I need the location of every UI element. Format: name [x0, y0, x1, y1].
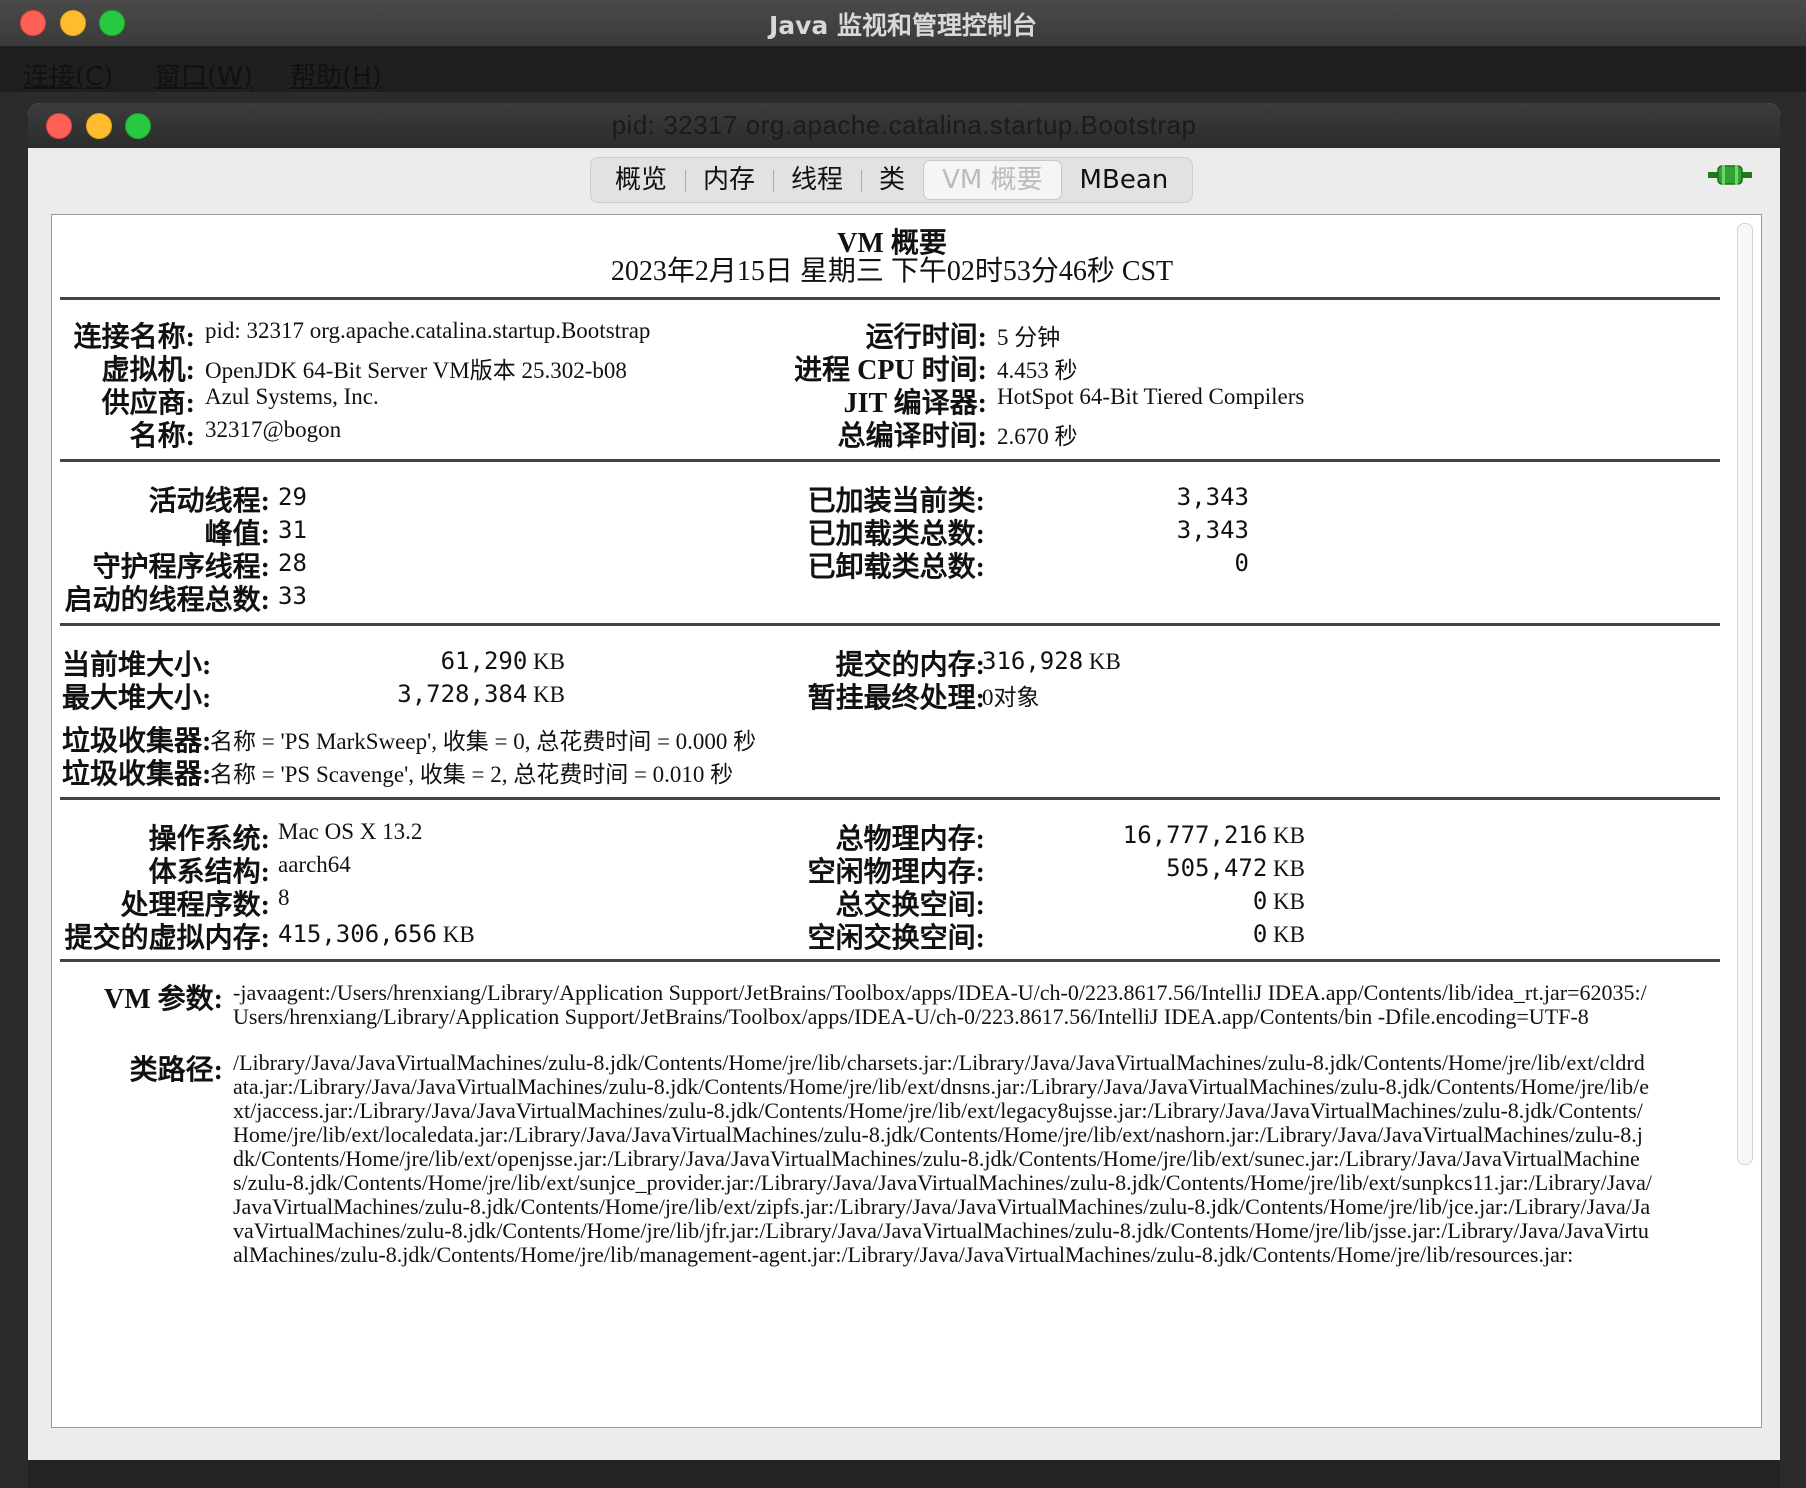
summary-date: 2023年2月15日 星期三 下午02时53分46秒 CST — [610, 256, 1174, 287]
vertical-scrollbar[interactable] — [1737, 223, 1753, 1165]
total-loaded-classes-value: 3,343 — [1176, 516, 1249, 544]
tab-classes[interactable]: 类 — [861, 158, 923, 202]
live-threads-value: 29 — [278, 483, 307, 511]
vendor-value: Azul Systems, Inc. — [205, 384, 379, 409]
gc-marksweep-value: 名称 = 'PS MarkSweep', 收集 = 0, 总花费时间 = 0.0… — [210, 729, 757, 754]
section-divider — [60, 797, 1720, 800]
arch-value: aarch64 — [278, 852, 351, 877]
menu-connect[interactable]: 连接(C) — [23, 56, 113, 93]
total-threads-label: 启动的线程总数: — [64, 585, 270, 616]
committed-virtual-memory-label: 提交的虚拟内存: — [64, 923, 270, 954]
vm-args-value: -javaagent:/Users/hrenxiang/Library/Appl… — [233, 980, 1647, 1029]
os-value: Mac OS X 13.2 — [278, 819, 423, 844]
app-titlebar: Java 监视和管理控制台 — [0, 0, 1806, 47]
peak-threads-value: 31 — [278, 516, 307, 544]
menu-window[interactable]: 窗口(W) — [155, 56, 253, 93]
vm-summary-panel: VM 概要 2023年2月15日 星期三 下午02时53分46秒 CST 连接名… — [51, 214, 1762, 1428]
section-divider — [60, 959, 1720, 962]
tab-overview[interactable]: 概览 — [597, 158, 685, 202]
vm-window-title: pid: 32317 org.apache.catalina.startup.B… — [611, 110, 1197, 140]
section-divider — [60, 623, 1720, 626]
window-bottom-edge — [28, 1460, 1780, 1488]
tab-mbean[interactable]: MBean — [1062, 158, 1187, 202]
free-swap-label: 空闲交换空间: — [807, 923, 985, 954]
committed-memory-value: 316,928 KB — [982, 647, 1121, 675]
total-swap-value: 0 KB — [1252, 887, 1305, 915]
free-physical-memory-value: 505,472 KB — [1166, 854, 1305, 882]
app-title: Java 监视和管理控制台 — [768, 11, 1038, 40]
menu-help[interactable]: 帮助(H) — [290, 56, 382, 93]
unloaded-classes-label: 已卸载类总数: — [807, 552, 985, 583]
loaded-classes-value: 3,343 — [1176, 483, 1249, 511]
free-swap-value: 0 KB — [1252, 920, 1305, 948]
tab-vm-summary[interactable]: VM 概要 — [923, 160, 1062, 200]
name-label: 名称: — [129, 421, 195, 452]
vm-window: pid: 32317 org.apache.catalina.startup.B… — [28, 103, 1780, 1488]
committed-virtual-memory-value: 415,306,656 KB — [278, 920, 475, 948]
connection-plug-icon[interactable] — [1708, 163, 1752, 187]
vm-window-titlebar: pid: 32317 org.apache.catalina.startup.B… — [28, 103, 1780, 148]
tab-threads[interactable]: 线程 — [773, 158, 861, 202]
unloaded-classes-value: 0 — [1234, 549, 1249, 577]
jit-compiler-value: HotSpot 64-Bit Tiered Compilers — [997, 384, 1305, 409]
connection-name-value: pid: 32317 org.apache.catalina.startup.B… — [205, 318, 651, 343]
compile-time-value: 2.670 秒 — [997, 424, 1078, 449]
menu-bar: 连接(C) 窗口(W) 帮助(H) — [0, 47, 1806, 92]
tab-bar: 概览 内存 线程 类 VM 概要 MBean — [590, 157, 1194, 203]
classpath-label: 类路径: — [129, 1055, 223, 1086]
uptime-value: 5 分钟 — [997, 325, 1061, 350]
gc-scavenge-value: 名称 = 'PS Scavenge', 收集 = 2, 总花费时间 = 0.01… — [210, 762, 734, 787]
current-heap-value: 61,290 KB — [440, 647, 565, 675]
name-value: 32317@bogon — [205, 417, 342, 442]
tab-memory[interactable]: 内存 — [685, 158, 773, 202]
gc-label: 垃圾收集器: — [62, 759, 212, 790]
classpath-value: /Library/Java/JavaVirtualMachines/zulu-8… — [233, 1050, 1652, 1267]
vm-value: OpenJDK 64-Bit Server VM版本 25.302-b08 — [205, 358, 627, 383]
section-divider — [60, 459, 1720, 462]
section-divider — [60, 297, 1720, 300]
cpu-time-value: 4.453 秒 — [997, 358, 1078, 383]
total-physical-memory-value: 16,777,216 KB — [1122, 821, 1305, 849]
pending-finalization-value: 0对象 — [982, 685, 1040, 710]
daemon-threads-value: 28 — [278, 549, 307, 577]
total-threads-value: 33 — [278, 582, 307, 610]
max-heap-label: 最大堆大小: — [62, 683, 212, 714]
max-heap-value: 3,728,384 KB — [397, 680, 565, 708]
processors-value: 8 — [278, 885, 290, 910]
pending-finalization-label: 暂挂最终处理: — [807, 683, 985, 714]
vm-args-label: VM 参数: — [104, 984, 223, 1015]
compile-time-label: 总编译时间: — [837, 421, 987, 452]
